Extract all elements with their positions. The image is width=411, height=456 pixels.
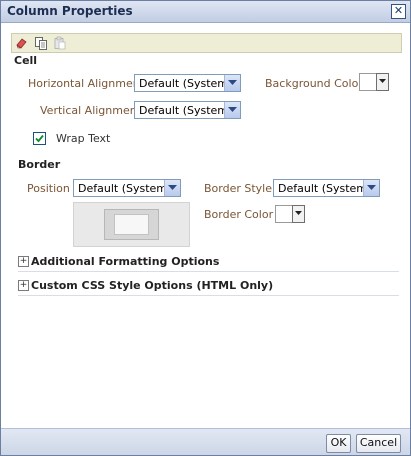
vertical-alignment-select[interactable]: Default (System) <box>134 101 241 119</box>
eraser-icon[interactable] <box>15 36 31 50</box>
dialog-titlebar[interactable]: Column Properties ✕ <box>1 1 410 23</box>
position-label: Position <box>27 182 70 195</box>
chevron-down-icon[interactable] <box>224 102 240 118</box>
vertical-alignment-value: Default (System) <box>139 104 233 117</box>
toolbar <box>11 33 402 53</box>
border-style-select[interactable]: Default (System) <box>273 179 380 197</box>
chevron-down-icon[interactable] <box>376 73 389 91</box>
check-icon <box>35 134 44 143</box>
dialog-title: Column Properties <box>7 4 133 18</box>
horizontal-alignment-label: Horizontal Alignment <box>28 77 145 90</box>
chevron-down-icon[interactable] <box>224 75 240 91</box>
background-color-label: Background Color <box>265 77 363 90</box>
border-color-label: Border Color <box>204 208 274 221</box>
border-section-title: Border <box>18 158 61 171</box>
paste-icon[interactable] <box>53 36 69 50</box>
horizontal-alignment-select[interactable]: Default (System) <box>134 74 241 92</box>
border-style-label: Border Style <box>204 182 273 195</box>
wrap-text-checkbox[interactable] <box>33 132 46 145</box>
dialog-footer: OK Cancel <box>1 428 410 455</box>
expand-plus-icon[interactable]: + <box>18 280 29 291</box>
cell-section-title: Cell <box>14 54 38 67</box>
additional-formatting-options-toggle[interactable]: Additional Formatting Options <box>31 255 219 268</box>
chevron-down-icon[interactable] <box>363 180 379 196</box>
cancel-button[interactable]: Cancel <box>356 434 401 453</box>
preview-inner-cell <box>114 214 149 235</box>
close-icon[interactable]: ✕ <box>391 4 406 19</box>
horizontal-alignment-value: Default (System) <box>139 77 233 90</box>
position-select[interactable]: Default (System) <box>73 179 181 197</box>
separator <box>18 295 399 296</box>
column-properties-dialog: Column Properties ✕ Cell Horizontal Alig… <box>0 0 411 456</box>
chevron-down-icon[interactable] <box>292 205 305 223</box>
border-style-value: Default (System) <box>278 182 372 195</box>
separator <box>18 271 399 272</box>
border-position-preview[interactable] <box>73 202 190 247</box>
expand-plus-icon[interactable]: + <box>18 256 29 267</box>
copy-icon[interactable] <box>34 36 50 50</box>
vertical-alignment-label: Vertical Alignment <box>40 104 142 117</box>
ok-button[interactable]: OK <box>326 434 351 453</box>
background-color-swatch[interactable] <box>359 73 377 91</box>
wrap-text-label: Wrap Text <box>56 132 111 145</box>
position-value: Default (System) <box>78 182 172 195</box>
chevron-down-icon[interactable] <box>164 180 180 196</box>
custom-css-style-options-toggle[interactable]: Custom CSS Style Options (HTML Only) <box>31 279 273 292</box>
border-color-swatch[interactable] <box>275 205 293 223</box>
